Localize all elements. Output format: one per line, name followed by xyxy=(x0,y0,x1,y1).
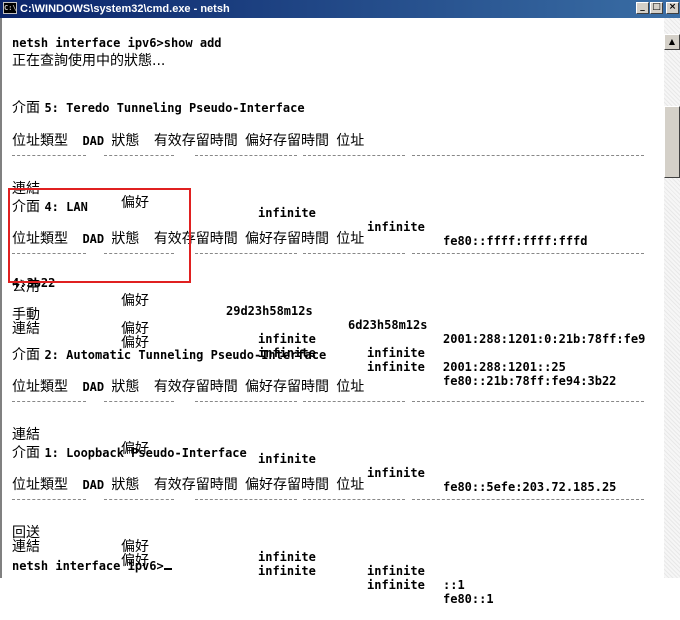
header-valid: 有效存留時間 xyxy=(153,477,238,493)
minimize-button[interactable]: _ xyxy=(636,2,649,14)
interface-heading: 介面 5: Teredo Tunneling Pseudo-Interface xyxy=(12,97,305,117)
divider xyxy=(104,155,174,156)
divider xyxy=(412,253,644,254)
header-valid: 有效存留時間 xyxy=(153,133,238,149)
divider xyxy=(195,155,297,156)
row-type: 連結 xyxy=(12,321,40,337)
prompt-line[interactable]: netsh interface ipv6> xyxy=(12,559,172,573)
header-pref: 偏好存留時間 xyxy=(245,231,330,247)
interface-label: 介面 xyxy=(12,445,45,461)
divider xyxy=(12,499,86,500)
highlight-box xyxy=(8,188,191,283)
header-address: 位址 xyxy=(336,231,365,247)
divider xyxy=(412,499,644,500)
divider xyxy=(303,155,405,156)
header-type: 位址類型 xyxy=(12,379,68,395)
row-pref: 6d23h58m12s xyxy=(348,318,428,332)
header-valid: 有效存留時間 xyxy=(153,379,238,395)
divider xyxy=(303,253,405,254)
header-state: 狀態 xyxy=(111,477,140,493)
divider xyxy=(12,401,86,402)
row-valid: infinite xyxy=(258,564,316,578)
divider xyxy=(412,401,644,402)
scroll-up-button[interactable]: ▲ xyxy=(664,34,680,50)
row-address: fe80::21b:78ff:fe94:3b22 xyxy=(443,374,617,388)
header-pref: 偏好存留時間 xyxy=(245,379,330,395)
row-pref: infinite xyxy=(367,578,425,592)
title-bar[interactable]: C:\ C:\WINDOWS\system32\cmd.exe - netsh … xyxy=(0,0,680,18)
row-pref: infinite xyxy=(367,360,425,374)
row-address: ::1 xyxy=(443,578,465,592)
row-pref: infinite xyxy=(367,220,425,234)
row-pref: infinite xyxy=(367,346,425,360)
header-pref: 偏好存留時間 xyxy=(245,133,330,149)
row-address: fe80::5efe:203.72.185.25 xyxy=(443,480,617,494)
row-valid: infinite xyxy=(258,206,316,220)
header-dad: DAD xyxy=(82,478,112,492)
header-type: 位址類型 xyxy=(12,477,68,493)
column-header: 位址類型 DAD 狀態 有效存留時間 偏好存留時間 位址 xyxy=(12,474,364,494)
scroll-thumb[interactable] xyxy=(664,106,680,178)
column-header: 位址類型 DAD 狀態 有效存留時間 偏好存留時間 位址 xyxy=(12,376,364,396)
row-address: fe80::1 xyxy=(443,592,494,606)
header-type: 位址類型 xyxy=(12,133,68,149)
interface-name: 1: Loopback Pseudo-Interface xyxy=(44,446,247,460)
divider xyxy=(104,401,174,402)
header-dad: DAD xyxy=(82,380,112,394)
window-title: C:\WINDOWS\system32\cmd.exe - netsh xyxy=(20,3,230,15)
header-state: 狀態 xyxy=(111,133,140,149)
cmd-icon[interactable]: C:\ xyxy=(3,2,17,14)
column-header: 位址類型 DAD 狀態 有效存留時間 偏好存留時間 位址 xyxy=(12,130,364,150)
header-address: 位址 xyxy=(336,133,365,149)
interface-name: 5: Teredo Tunneling Pseudo-Interface xyxy=(44,101,305,115)
row-address: 2001:288:1201:0:21b:78ff:fe9 xyxy=(443,332,646,346)
divider xyxy=(12,155,86,156)
row-valid: infinite xyxy=(258,550,316,564)
prompt-text: netsh interface ipv6> xyxy=(12,559,164,573)
row-valid: 29d23h58m12s xyxy=(226,304,313,318)
maximize-button[interactable]: □ xyxy=(650,2,663,14)
interface-label: 介面 xyxy=(12,347,45,363)
header-address: 位址 xyxy=(336,379,365,395)
querying-text: 正在查詢使用中的狀態... xyxy=(12,53,166,69)
divider xyxy=(104,499,174,500)
header-pref: 偏好存留時間 xyxy=(245,477,330,493)
interface-heading: 介面 2: Automatic Tunneling Pseudo-Interfa… xyxy=(12,344,326,364)
divider xyxy=(195,401,297,402)
cmd-window: C:\ C:\WINDOWS\system32\cmd.exe - netsh … xyxy=(0,0,680,606)
row-type: 連結 xyxy=(12,427,40,443)
interface-name: 2: Automatic Tunneling Pseudo-Interface xyxy=(44,348,327,362)
vertical-scrollbar[interactable]: ▲ xyxy=(664,18,680,578)
divider xyxy=(303,401,405,402)
row-address: 2001:288:1201::25 xyxy=(443,360,566,374)
interface-heading: 介面 1: Loopback Pseudo-Interface xyxy=(12,442,247,462)
row-address: fe80::ffff:ffff:fffd xyxy=(443,234,588,248)
status-text: 正在查詢使用中的狀態... xyxy=(12,50,165,70)
divider xyxy=(195,253,297,254)
divider xyxy=(195,499,297,500)
header-state: 狀態 xyxy=(111,379,140,395)
row-valid: infinite xyxy=(258,452,316,466)
row-pref: infinite xyxy=(367,564,425,578)
divider xyxy=(303,499,405,500)
interface-label: 介面 xyxy=(12,100,45,116)
close-button[interactable]: × xyxy=(666,2,679,14)
console-output[interactable]: netsh interface ipv6>show add 正在查詢使用中的狀態… xyxy=(0,18,664,606)
header-address: 位址 xyxy=(336,477,365,493)
text-cursor xyxy=(163,568,172,570)
row-type: 連結 xyxy=(12,539,40,555)
row-dad: 偏好 xyxy=(121,293,149,309)
row-pref: infinite xyxy=(367,466,425,480)
divider xyxy=(412,155,644,156)
command-line: netsh interface ipv6>show add xyxy=(12,36,222,50)
header-dad: DAD xyxy=(82,134,112,148)
